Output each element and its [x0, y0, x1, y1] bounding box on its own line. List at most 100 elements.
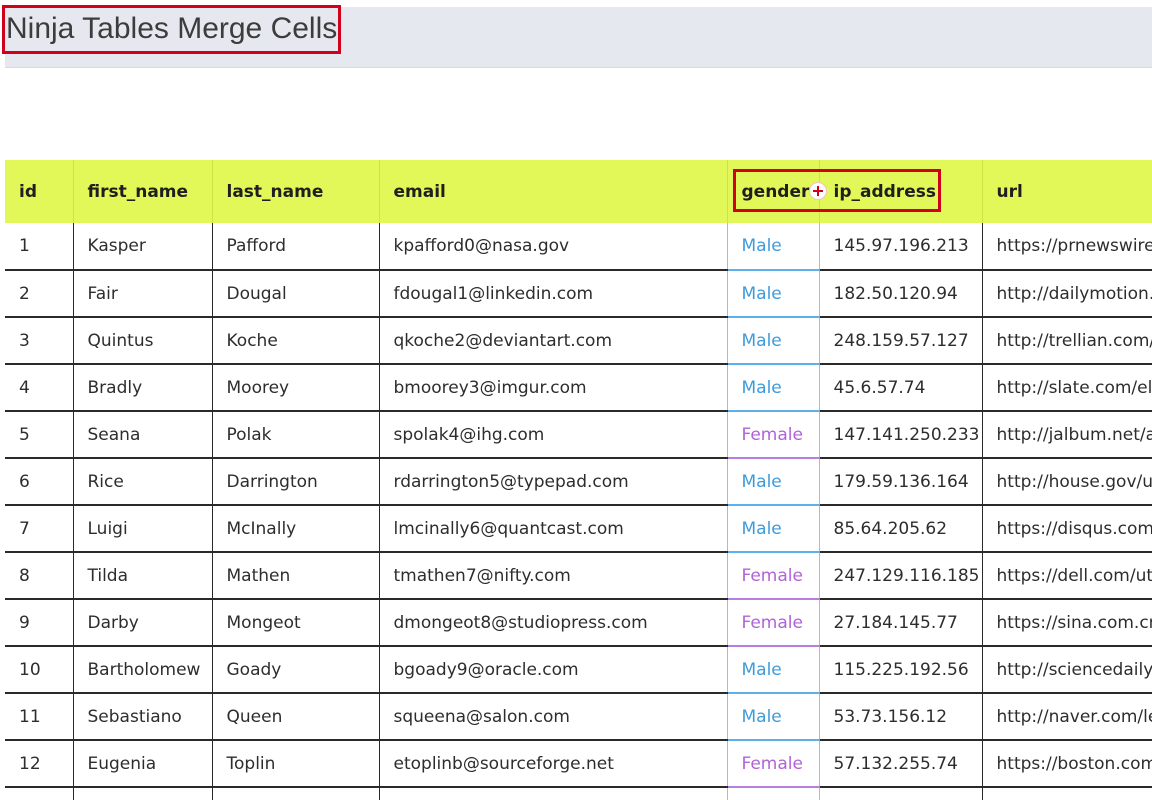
- cell-id: 6: [5, 458, 73, 506]
- cell-last-name: Dougal: [211, 270, 379, 318]
- column-header-ip-address[interactable]: ip_address: [818, 160, 982, 223]
- cell-first-name: Darby: [72, 599, 212, 647]
- page-title: Ninja Tables Merge Cells: [6, 12, 338, 45]
- cell-gender: Female: [726, 740, 820, 788]
- table-row[interactable]: 9 Darby Mongeot dmongeot8@studiopress.com Fe…: [5, 599, 1152, 647]
- cell-first-name: Rice: [72, 458, 212, 506]
- cell-first-name: Kasper: [72, 223, 212, 271]
- cell-first-name: Bartholomew: [72, 646, 212, 694]
- cell-email: spolak4@ihg.com: [378, 411, 727, 459]
- column-header-id[interactable]: id: [5, 160, 73, 223]
- table-row[interactable]: [5, 787, 1152, 800]
- cell-first-name: Seana: [72, 411, 212, 459]
- plus-cursor-icon: [809, 182, 827, 200]
- cell-email: fdougal1@linkedin.com: [378, 270, 727, 318]
- cell-ip-address: 182.50.120.94: [818, 270, 982, 318]
- cell-ip-address: 53.73.156.12: [818, 693, 982, 741]
- cell-id: [5, 787, 73, 800]
- cell-email: bgoady9@oracle.com: [378, 646, 727, 694]
- table-container: id first_name last_name email gender ip_addre…: [5, 160, 1152, 800]
- table-row[interactable]: 4 Bradly Moorey bmoorey3@imgur.com Male 45.6.…: [5, 364, 1152, 412]
- cell-url: https://disqus.com: [981, 505, 1152, 553]
- cell-email: kpafford0@nasa.gov: [378, 223, 727, 271]
- table-row[interactable]: 12 Eugenia Toplin etoplinb@sourceforge.net F…: [5, 740, 1152, 788]
- cell-last-name: Queen: [211, 693, 379, 741]
- table-row[interactable]: 6 Rice Darrington rdarrington5@typepad.com M…: [5, 458, 1152, 506]
- cell-first-name: Eugenia: [72, 740, 212, 788]
- cell-id: 3: [5, 317, 73, 365]
- column-header-url[interactable]: url: [981, 160, 1152, 223]
- cell-gender: Male: [726, 364, 820, 412]
- cell-url: https://boston.com: [981, 740, 1152, 788]
- cell-ip-address: 115.225.192.56: [818, 646, 982, 694]
- cell-last-name: Mathen: [211, 552, 379, 600]
- cell-id: 7: [5, 505, 73, 553]
- cell-id: 4: [5, 364, 73, 412]
- table-row[interactable]: 10 Bartholomew Goady bgoady9@oracle.com Male…: [5, 646, 1152, 694]
- column-header-email[interactable]: email: [378, 160, 727, 223]
- cell-email: dmongeot8@studiopress.com: [378, 599, 727, 647]
- column-header-first-name[interactable]: first_name: [72, 160, 212, 223]
- cell-url: http://house.gov/u: [981, 458, 1152, 506]
- table-row[interactable]: 1 Kasper Pafford kpafford0@nasa.gov Male 145.…: [5, 223, 1152, 271]
- cell-last-name: [211, 787, 379, 800]
- cell-ip-address: 85.64.205.62: [818, 505, 982, 553]
- cell-first-name: Sebastiano: [72, 693, 212, 741]
- cell-id: 9: [5, 599, 73, 647]
- header-row: id first_name last_name email gender ip_addre…: [5, 160, 1152, 223]
- cell-email: bmoorey3@imgur.com: [378, 364, 727, 412]
- cell-url: http://sciencedaily.: [981, 646, 1152, 694]
- table-header: id first_name last_name email gender ip_addre…: [5, 160, 1152, 223]
- cell-id: 5: [5, 411, 73, 459]
- cell-url: http://slate.com/el: [981, 364, 1152, 412]
- cell-email: lmcinally6@quantcast.com: [378, 505, 727, 553]
- cell-ip-address: 27.184.145.77: [818, 599, 982, 647]
- cell-first-name: Fair: [72, 270, 212, 318]
- page: Ninja Tables Merge Cells id first_name las…: [0, 0, 1152, 800]
- cell-last-name: Polak: [211, 411, 379, 459]
- column-header-last-name[interactable]: last_name: [211, 160, 379, 223]
- cell-id: 11: [5, 693, 73, 741]
- cell-last-name: Pafford: [211, 223, 379, 271]
- cell-last-name: Koche: [211, 317, 379, 365]
- cell-ip-address: 57.132.255.74: [818, 740, 982, 788]
- cell-ip-address: 45.6.57.74: [818, 364, 982, 412]
- cell-first-name: [72, 787, 212, 800]
- table-body: 1 Kasper Pafford kpafford0@nasa.gov Male 145.…: [5, 223, 1152, 800]
- cell-url: http://trellian.com/: [981, 317, 1152, 365]
- table-row[interactable]: 7 Luigi McInally lmcinally6@quantcast.com Ma…: [5, 505, 1152, 553]
- cell-gender: [726, 787, 820, 800]
- table-row[interactable]: 3 Quintus Koche qkoche2@deviantart.com Male 2…: [5, 317, 1152, 365]
- cell-url: https://prnewswire: [981, 223, 1152, 271]
- table-row[interactable]: 8 Tilda Mathen tmathen7@nifty.com Female 247.…: [5, 552, 1152, 600]
- cell-gender: Female: [726, 599, 820, 647]
- cell-last-name: Moorey: [211, 364, 379, 412]
- cell-id: 12: [5, 740, 73, 788]
- cell-ip-address: 248.159.57.127: [818, 317, 982, 365]
- cell-gender: Male: [726, 458, 820, 506]
- cell-first-name: Tilda: [72, 552, 212, 600]
- cell-last-name: Toplin: [211, 740, 379, 788]
- cell-id: 8: [5, 552, 73, 600]
- cell-url: http://jalbum.net/a: [981, 411, 1152, 459]
- cell-email: squeena@salon.com: [378, 693, 727, 741]
- cell-url: http://dailymotion.: [981, 270, 1152, 318]
- table-row[interactable]: 11 Sebastiano Queen squeena@salon.com Male 53…: [5, 693, 1152, 741]
- cell-gender: Female: [726, 411, 820, 459]
- cell-gender: Male: [726, 270, 820, 318]
- cell-gender: Male: [726, 646, 820, 694]
- table-row[interactable]: 5 Seana Polak spolak4@ihg.com Female 147.141.…: [5, 411, 1152, 459]
- cell-email: tmathen7@nifty.com: [378, 552, 727, 600]
- column-header-gender[interactable]: gender: [726, 160, 819, 223]
- cell-id: 2: [5, 270, 73, 318]
- cell-id: 10: [5, 646, 73, 694]
- data-table: id first_name last_name email gender ip_addre…: [5, 160, 1152, 800]
- cell-last-name: Goady: [211, 646, 379, 694]
- cell-ip-address: 145.97.196.213: [818, 223, 982, 271]
- cell-gender: Female: [726, 552, 820, 600]
- cell-ip-address: 247.129.116.185: [818, 552, 982, 600]
- cell-last-name: Mongeot: [211, 599, 379, 647]
- table-row[interactable]: 2 Fair Dougal fdougal1@linkedin.com Male 182.…: [5, 270, 1152, 318]
- cell-gender: Male: [726, 505, 820, 553]
- cell-email: qkoche2@deviantart.com: [378, 317, 727, 365]
